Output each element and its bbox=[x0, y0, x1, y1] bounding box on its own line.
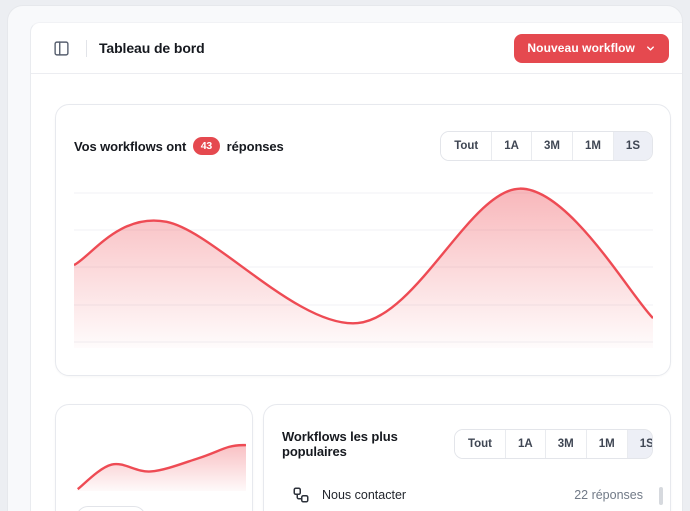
mini-workflow-card[interactable]: Nouveau bbox=[55, 404, 253, 511]
popular-filter-1m[interactable]: 1M bbox=[586, 430, 627, 458]
new-workflow-button[interactable]: Nouveau workflow bbox=[514, 34, 669, 63]
mini-sparkline-chart bbox=[76, 428, 246, 491]
workflow-name: Nous contacter bbox=[322, 488, 406, 502]
dashboard-content: Vos workflows ont 43 réponses Tout 1A 3M… bbox=[31, 74, 682, 511]
header-divider bbox=[86, 40, 87, 57]
popular-filter-tout[interactable]: Tout bbox=[455, 430, 505, 458]
responses-area-chart bbox=[74, 182, 653, 348]
sidebar-toggle-button[interactable] bbox=[48, 35, 74, 61]
new-workflow-button-label: Nouveau workflow bbox=[527, 41, 635, 55]
responses-title-prefix: Vos workflows ont bbox=[74, 139, 186, 154]
time-filter-1a[interactable]: 1A bbox=[491, 132, 531, 160]
responses-count-badge: 43 bbox=[193, 137, 219, 156]
main-panel: Tableau de bord Nouveau workflow Vos wor… bbox=[30, 22, 682, 511]
app-header: Tableau de bord Nouveau workflow bbox=[31, 23, 682, 74]
time-filter-3m[interactable]: 3M bbox=[531, 132, 572, 160]
time-filter: Tout 1A 3M 1M 1S bbox=[440, 131, 653, 161]
new-badge: Nouveau bbox=[76, 506, 146, 511]
responses-title-suffix: réponses bbox=[227, 139, 284, 154]
popular-filter-1a[interactable]: 1A bbox=[505, 430, 545, 458]
chevron-down-icon bbox=[645, 43, 656, 54]
workflow-list-item[interactable]: Nous contacter 22 réponses bbox=[282, 486, 653, 504]
panel-left-icon bbox=[53, 40, 70, 57]
popular-card-title: Workflows les plus populaires bbox=[282, 429, 454, 459]
popular-time-filter: Tout 1A 3M 1M 1S bbox=[454, 429, 653, 459]
scrollbar-thumb[interactable] bbox=[659, 487, 663, 505]
page-title: Tableau de bord bbox=[99, 40, 205, 56]
workflow-response-count: 22 réponses bbox=[574, 488, 653, 502]
responses-card-title: Vos workflows ont 43 réponses bbox=[74, 137, 284, 156]
popular-filter-1s[interactable]: 1S bbox=[627, 430, 653, 458]
time-filter-1s[interactable]: 1S bbox=[613, 132, 652, 160]
time-filter-tout[interactable]: Tout bbox=[441, 132, 491, 160]
time-filter-1m[interactable]: 1M bbox=[572, 132, 613, 160]
responses-card: Vos workflows ont 43 réponses Tout 1A 3M… bbox=[55, 104, 671, 376]
app-window: Tableau de bord Nouveau workflow Vos wor… bbox=[7, 5, 683, 511]
popular-workflows-card: Workflows les plus populaires Tout 1A 3M… bbox=[263, 404, 671, 511]
popular-filter-3m[interactable]: 3M bbox=[545, 430, 586, 458]
workflow-icon bbox=[292, 486, 310, 504]
